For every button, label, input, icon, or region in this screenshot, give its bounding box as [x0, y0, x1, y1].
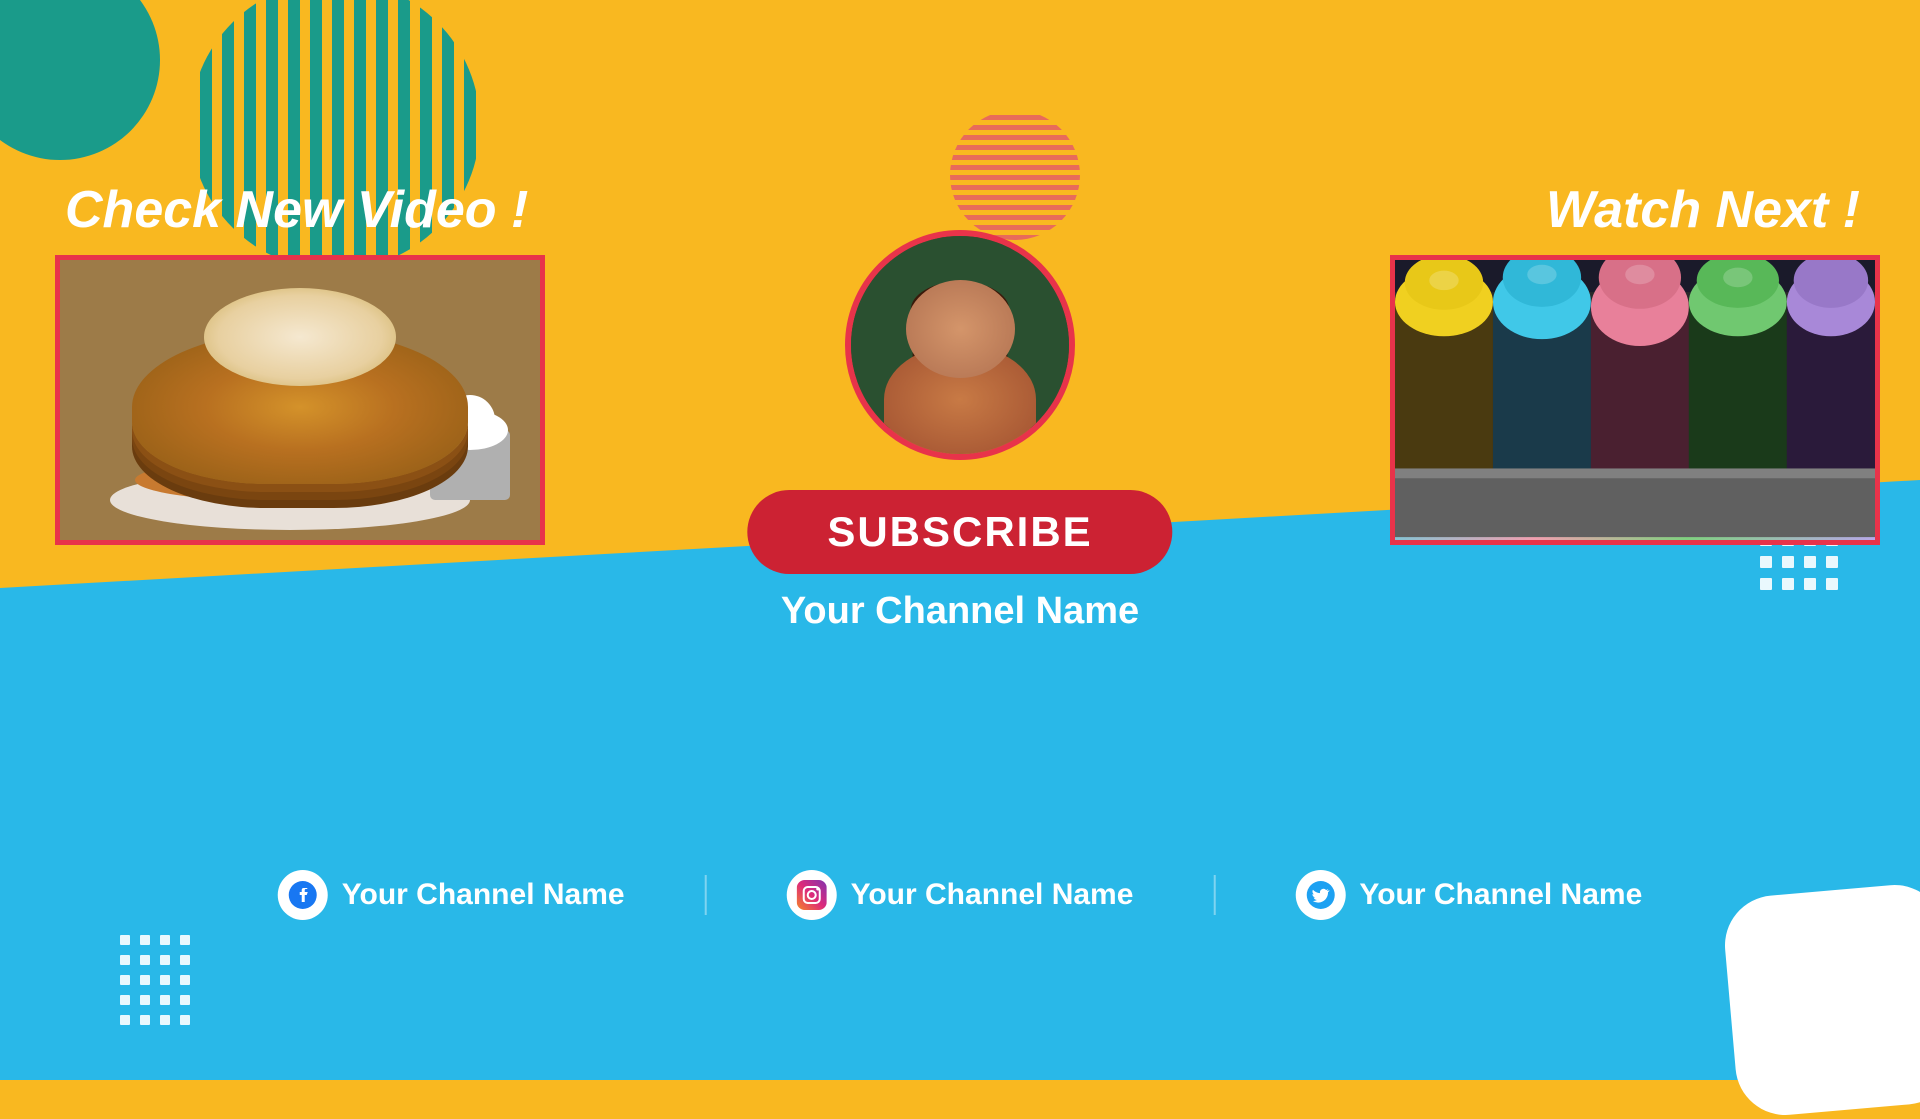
subscribe-button[interactable]: SUBSCRIBE — [747, 490, 1172, 574]
pancake-svg — [60, 260, 540, 540]
facebook-social-item[interactable]: Your Channel Name — [278, 870, 625, 920]
white-rect-decoration — [1721, 881, 1920, 1119]
profile-svg — [851, 230, 1069, 460]
twitter-icon — [1295, 870, 1345, 920]
ice-cream-svg — [1395, 255, 1875, 540]
facebook-icon — [278, 870, 328, 920]
profile-image — [851, 236, 1069, 454]
instagram-social-item[interactable]: Your Channel Name — [787, 870, 1134, 920]
watch-next-heading: Watch Next ! — [1546, 180, 1860, 240]
ice-cream-image — [1395, 260, 1875, 540]
twitter-social-item[interactable]: Your Channel Name — [1295, 870, 1642, 920]
pancake-image — [60, 260, 540, 540]
instagram-icon — [787, 870, 837, 920]
facebook-label: Your Channel Name — [342, 878, 625, 912]
instagram-label: Your Channel Name — [851, 878, 1134, 912]
separator-2 — [1213, 875, 1215, 915]
twitter-label: Your Channel Name — [1359, 878, 1642, 912]
dot-grid-bottom-left — [120, 935, 250, 1040]
left-video-thumbnail[interactable] — [55, 255, 545, 545]
coral-circle-inner — [950, 110, 1080, 240]
right-video-thumbnail[interactable] — [1390, 255, 1880, 545]
channel-name-center: Your Channel Name — [781, 590, 1139, 633]
check-new-video-heading: Check New Video ! — [65, 180, 528, 240]
separator-1 — [705, 875, 707, 915]
pancake-visual — [60, 260, 540, 540]
coral-circle-decoration — [950, 110, 1080, 240]
social-links-section: Your Channel Name Your Channel Name — [278, 870, 1643, 920]
profile-avatar — [845, 230, 1075, 460]
